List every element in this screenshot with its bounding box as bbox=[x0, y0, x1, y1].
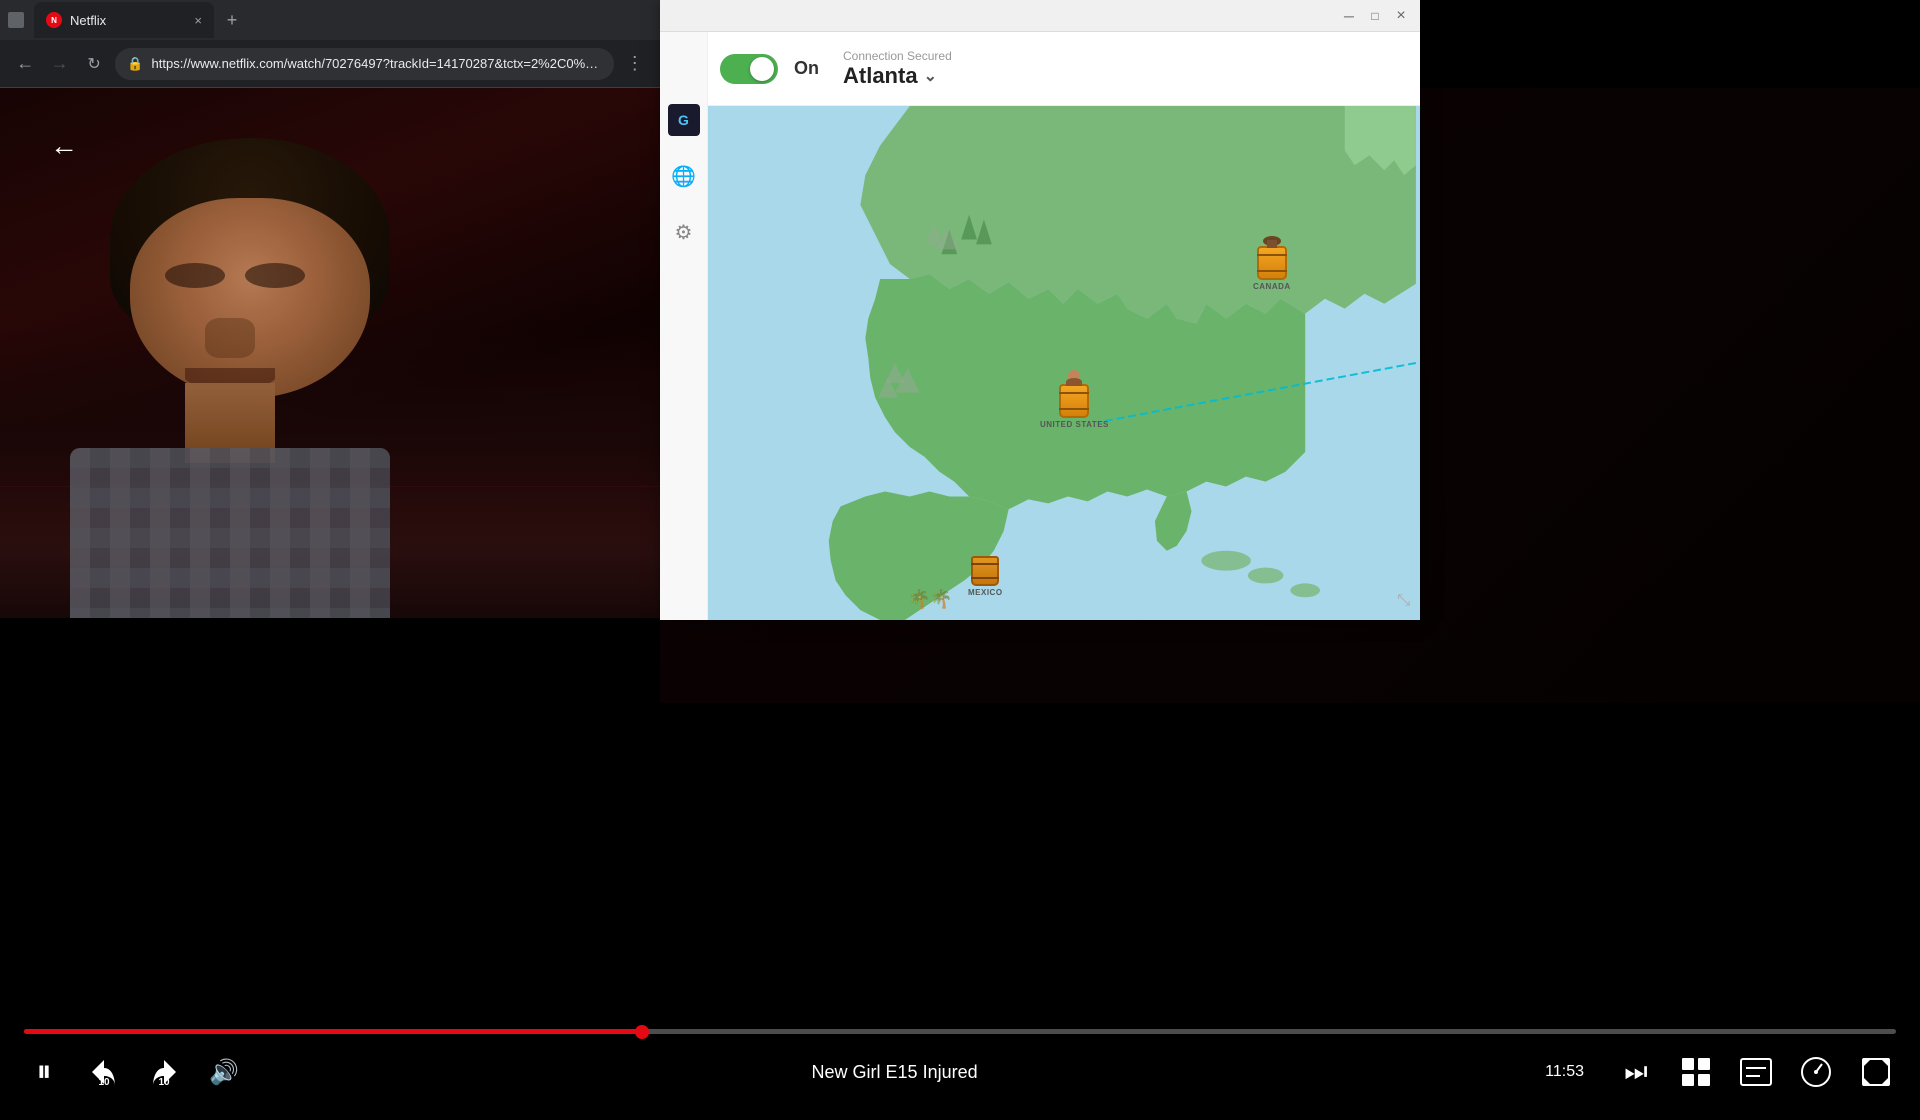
tab-icon-group bbox=[8, 12, 24, 28]
vpn-toggle[interactable] bbox=[720, 54, 778, 84]
episodes-button[interactable] bbox=[1676, 1052, 1716, 1092]
active-tab[interactable]: N Netflix × bbox=[34, 2, 214, 38]
barrel-canada[interactable]: CANADA bbox=[1253, 246, 1291, 291]
tab-close-icon[interactable]: × bbox=[194, 13, 202, 28]
browser-chrome: N Netflix × + ← → ↻ 🔒 https://www.netfli… bbox=[0, 0, 660, 88]
barrel-mexico-label: MEXICO bbox=[968, 588, 1003, 597]
vpn-location-selector[interactable]: Atlanta ⌄ bbox=[843, 63, 952, 89]
next-episode-button[interactable]: ⏭ bbox=[1616, 1052, 1656, 1092]
progress-bar-container[interactable] bbox=[24, 1029, 1896, 1034]
url-text: https://www.netflix.com/watch/70276497?t… bbox=[152, 56, 602, 71]
vpn-on-label: On bbox=[794, 58, 819, 79]
vpn-panel: ─ □ × On Connection Secured Atlanta ⌄ bbox=[660, 0, 1420, 620]
minimize-button[interactable]: ─ bbox=[1340, 7, 1358, 25]
vpn-location-text: Atlanta bbox=[843, 63, 918, 89]
barrel-mexico[interactable]: MEXICO bbox=[968, 556, 1003, 597]
lock-icon: 🔒 bbox=[127, 56, 143, 72]
controls-row: ⏸ 10 10 🔊 New Girl E15 Injured 11:53 ⏭ bbox=[24, 1052, 1896, 1092]
speed-button[interactable] bbox=[1796, 1052, 1836, 1092]
vpn-header: On Connection Secured Atlanta ⌄ bbox=[660, 32, 1420, 106]
netflix-controls: ⏸ 10 10 🔊 New Girl E15 Injured 11:53 ⏭ bbox=[0, 1013, 1920, 1120]
vpn-connection-label: Connection Secured bbox=[843, 49, 952, 63]
episode-title: New Girl E15 Injured bbox=[264, 1062, 1525, 1083]
rewind-button[interactable]: 10 bbox=[84, 1052, 124, 1092]
progress-fill bbox=[24, 1029, 642, 1034]
address-bar: ← → ↻ 🔒 https://www.netflix.com/watch/70… bbox=[0, 40, 660, 88]
maximize-button[interactable]: □ bbox=[1366, 7, 1384, 25]
barrel-usa-label: UNITED STATES bbox=[1040, 420, 1109, 429]
toggle-knob bbox=[750, 57, 774, 81]
resize-handle[interactable]: ⤡ bbox=[1397, 592, 1410, 610]
vpn-logo: G bbox=[668, 104, 700, 136]
url-bar[interactable]: 🔒 https://www.netflix.com/watch/70276497… bbox=[115, 48, 613, 80]
new-tab-button[interactable]: + bbox=[218, 6, 246, 34]
back-button[interactable]: ← bbox=[12, 50, 38, 78]
browser-menu-button[interactable]: ⋮ bbox=[622, 50, 648, 78]
pause-button[interactable]: ⏸ bbox=[24, 1052, 64, 1092]
forward-button[interactable]: 10 bbox=[144, 1052, 184, 1092]
close-button[interactable]: × bbox=[1392, 7, 1410, 25]
vpn-globe-icon[interactable]: 🌐 bbox=[668, 160, 700, 192]
vpn-settings-icon[interactable]: ⚙ bbox=[668, 216, 700, 248]
progress-handle[interactable] bbox=[635, 1025, 649, 1039]
vpn-chevron-icon: ⌄ bbox=[924, 66, 937, 86]
barrel-canada-label: CANADA bbox=[1253, 282, 1291, 291]
vpn-status-area: Connection Secured Atlanta ⌄ bbox=[843, 49, 952, 89]
time-display: 11:53 bbox=[1545, 1063, 1584, 1081]
barrel-canada-icon bbox=[1257, 246, 1287, 280]
map-svg bbox=[708, 106, 1420, 620]
reload-button[interactable]: ↻ bbox=[81, 50, 107, 78]
vpn-map-container[interactable]: CANADA UNITED STATES MEXICO 🌴🌴 bbox=[708, 106, 1420, 620]
tab-title: Netflix bbox=[70, 13, 186, 28]
forward-button[interactable]: → bbox=[46, 50, 72, 78]
video-overlay bbox=[0, 88, 660, 618]
window-icon bbox=[8, 12, 24, 28]
rewind-label: 10 bbox=[98, 1077, 109, 1088]
video-scene bbox=[0, 88, 660, 618]
vpn-titlebar: ─ □ × bbox=[660, 0, 1420, 32]
back-arrow-btn[interactable]: ← bbox=[50, 130, 78, 162]
subtitles-button[interactable] bbox=[1736, 1052, 1776, 1092]
barrel-usa-icon bbox=[1059, 384, 1089, 418]
fullscreen-button[interactable] bbox=[1856, 1052, 1896, 1092]
palm-trees: 🌴🌴 bbox=[908, 589, 953, 610]
volume-button[interactable]: 🔊 bbox=[204, 1052, 244, 1092]
tab-bar: N Netflix × + bbox=[0, 0, 660, 40]
forward-label: 10 bbox=[158, 1077, 169, 1088]
vpn-sidebar: G 🌐 ⚙ bbox=[660, 32, 708, 620]
netflix-favicon: N bbox=[46, 12, 62, 28]
barrel-mexico-icon bbox=[971, 556, 999, 586]
barrel-usa[interactable]: UNITED STATES bbox=[1040, 384, 1109, 429]
